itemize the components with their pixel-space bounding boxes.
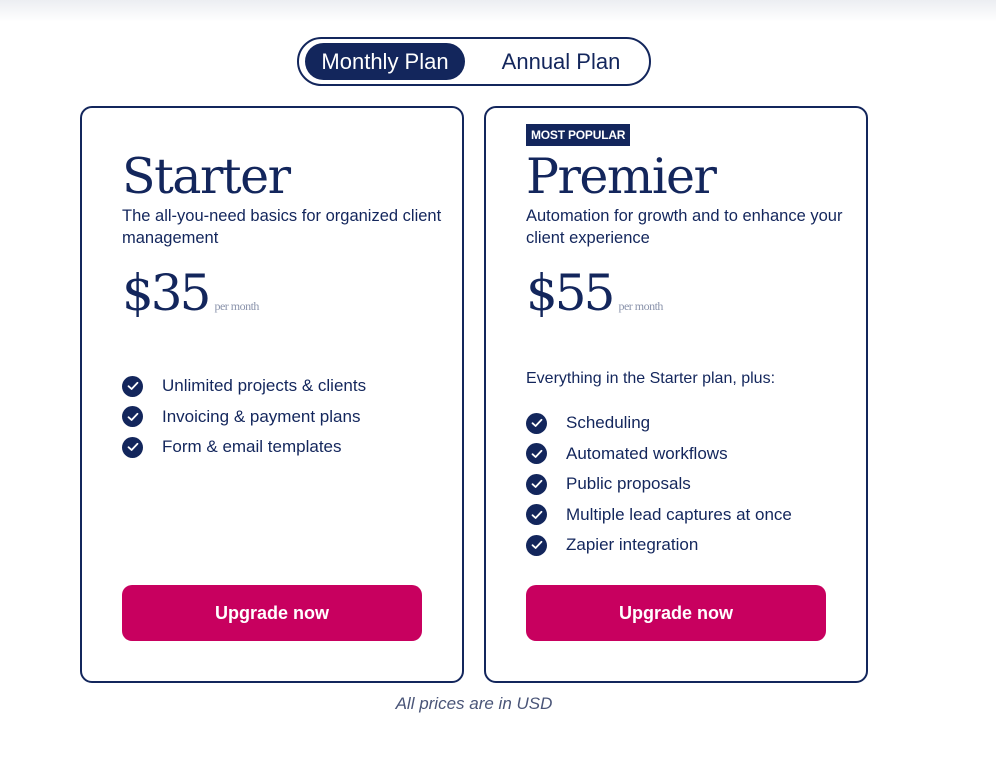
plan-card-premier: MOST POPULAR Premier Automation for grow… — [484, 106, 868, 683]
monthly-plan-tab[interactable]: Monthly Plan — [305, 43, 465, 80]
plan-card-starter: Starter The all-you-need basics for orga… — [80, 106, 464, 683]
check-circle-icon — [526, 473, 547, 495]
plan-name: Premier — [526, 148, 717, 205]
plan-price: $35 — [122, 264, 211, 322]
feature-item: Public proposals — [526, 469, 792, 500]
plan-name: Starter — [122, 148, 291, 205]
price-row: $55 per month — [526, 264, 663, 322]
feature-item: Invoicing & payment plans — [122, 402, 366, 433]
currency-footnote: All prices are in USD — [395, 694, 553, 713]
plan-description: The all-you-need basics for organized cl… — [122, 207, 442, 247]
check-circle-icon — [526, 443, 547, 465]
feature-item: Zapier integration — [526, 530, 792, 561]
feature-label: Scheduling — [566, 413, 651, 433]
check-circle-icon — [526, 412, 547, 434]
most-popular-badge: MOST POPULAR — [526, 124, 631, 146]
feature-item: Form & email templates — [122, 432, 366, 463]
feature-label: Invoicing & payment plans — [162, 406, 361, 426]
feature-label: Unlimited projects & clients — [162, 376, 367, 396]
check-circle-icon — [526, 504, 547, 526]
feature-list: Unlimited projects & clients Invoicing &… — [122, 371, 366, 463]
feature-list: Scheduling Automated workflows Public pr… — [526, 408, 792, 561]
price-period: per month — [618, 299, 663, 313]
price-period: per month — [214, 299, 259, 313]
check-circle-icon — [122, 436, 143, 458]
annual-plan-tab[interactable]: Annual Plan — [479, 43, 643, 80]
plan-price: $55 — [526, 264, 615, 322]
feature-item: Scheduling — [526, 408, 792, 439]
check-circle-icon — [526, 534, 547, 556]
feature-label: Zapier integration — [566, 535, 699, 555]
billing-toggle: Monthly Plan Annual Plan — [297, 37, 651, 86]
plan-description: Automation for growth and to enhance you… — [526, 207, 843, 247]
feature-label: Multiple lead captures at once — [566, 504, 792, 524]
features-heading: Everything in the Starter plan, plus: — [526, 370, 776, 387]
upgrade-now-button[interactable]: Upgrade now — [526, 585, 826, 641]
feature-item: Unlimited projects & clients — [122, 371, 366, 402]
upgrade-now-button[interactable]: Upgrade now — [122, 585, 422, 641]
top-fade — [0, 0, 996, 22]
feature-item: Multiple lead captures at once — [526, 500, 792, 531]
feature-label: Public proposals — [566, 474, 691, 494]
check-circle-icon — [122, 375, 143, 397]
price-row: $35 per month — [122, 264, 259, 322]
check-circle-icon — [122, 406, 143, 428]
feature-item: Automated workflows — [526, 439, 792, 470]
feature-label: Automated workflows — [566, 443, 728, 463]
feature-label: Form & email templates — [162, 437, 342, 457]
